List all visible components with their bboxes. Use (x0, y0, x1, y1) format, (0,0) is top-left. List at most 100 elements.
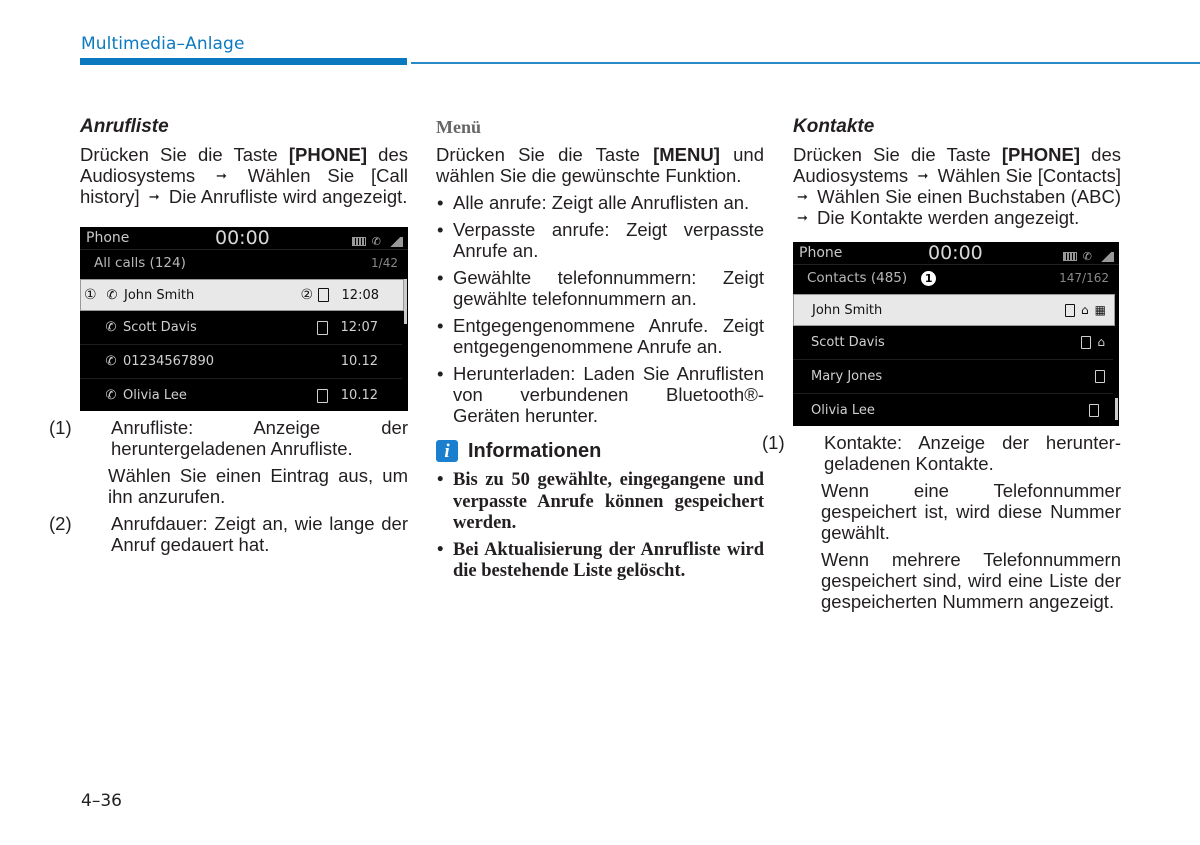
scrollbar[interactable] (1115, 398, 1118, 420)
header-rule-thick (80, 58, 407, 65)
contact-name: Scott Davis (811, 335, 885, 350)
contact-number-types (1089, 404, 1099, 417)
outgoing-call-icon: ✆ (106, 287, 118, 303)
column-menu: Menü Drücken Sie die Taste [MENU] und wä… (436, 116, 764, 588)
heading-anrufliste: Anrufliste (80, 116, 169, 137)
text: Die Kontakte werden angezeigt. (811, 207, 1080, 228)
mobile-phone-icon (318, 288, 329, 302)
contact-row[interactable]: Olivia Lee (793, 394, 1113, 427)
contact-number-types: ⌂ ▦ (1065, 300, 1106, 321)
call-history-screen: Phone 00:00 ✆ All calls (124) 1/42 ① ✆ J… (80, 227, 408, 411)
text: Drücken Sie die Taste (80, 144, 289, 165)
callout-marker-1: ① (84, 286, 97, 303)
list-item: Entgegengenommene Anrufe. Zeigt entgegen… (436, 315, 764, 357)
call-time: 10.12 (340, 354, 378, 369)
arrow-right-icon: ➞ (216, 168, 227, 183)
contact-number-types: ⌂ (1081, 332, 1105, 353)
mobile-phone-icon (317, 388, 328, 403)
call-time: 12:08 (341, 287, 379, 303)
app-title: Phone (799, 244, 843, 261)
list-title: All calls (124) (94, 255, 186, 271)
home-icon: ⌂ (1097, 335, 1105, 349)
contact-name: Mary Jones (811, 369, 883, 384)
text: Drücken Sie die Taste (793, 144, 1002, 165)
mobile-phone-icon (1089, 404, 1099, 417)
contact-name: Olivia Lee (811, 403, 875, 418)
heading-menu: Menü (436, 117, 481, 137)
column-call-history: Anrufliste Drücken Sie die Taste [PHONE]… (49, 116, 408, 555)
note-subtext: Wenn eine Telefonnummer gespeichert ist,… (821, 480, 1121, 543)
callout-marker-2: ② (300, 286, 313, 303)
note-body: Kontakte: Anzeige der herunter-geladenen… (824, 432, 1121, 474)
list-subheader: Contacts (485) 1 147/162 (793, 264, 1119, 292)
call-row[interactable]: ① ✆ John Smith ② 12:08 (80, 279, 404, 311)
list-item: Verpasste anrufe: Zeigt verpasste Anrufe… (436, 219, 764, 261)
call-time: 10.12 (340, 388, 378, 403)
contact-row[interactable]: John Smith ⌂ ▦ (793, 294, 1115, 326)
info-list: Bis zu 50 gewählte, eingegangene und ver… (436, 470, 764, 583)
text: Wählen Sie [Contacts] (932, 165, 1121, 186)
page-number: 4–36 (81, 791, 122, 811)
note-number: (2) (49, 513, 72, 534)
clock: 00:00 (928, 242, 983, 264)
scrollbar[interactable] (404, 279, 407, 324)
intro-paragraph: Drücken Sie die Taste [MENU] und wählen … (436, 144, 764, 186)
header-rule-thin (411, 62, 1200, 64)
callout-marker-1: 1 (921, 271, 937, 286)
info-item: Bei Aktualisierung der Anrufliste wird d… (436, 540, 764, 583)
intro-paragraph: Drücken Sie die Taste [PHONE] des Audios… (80, 144, 408, 207)
battery-icon (351, 237, 366, 246)
screen-status-bar: Phone 00:00 ✆ (80, 227, 408, 249)
contact-row[interactable]: Scott Davis ⌂ (793, 326, 1113, 360)
menu-functions-list: Alle anrufe: Zeigt alle Anruflisten an. … (436, 192, 764, 426)
list-item: Gewählte telefonnummern: Zeigt gewählte … (436, 267, 764, 309)
column-contacts: Kontakte Drücken Sie die Taste [PHONE] d… (762, 116, 1121, 612)
call-time: 12:07 (340, 320, 378, 335)
key-label: [MENU] (653, 144, 720, 165)
call-row[interactable]: ✆ Olivia Lee 10.12 (80, 379, 402, 412)
text: Die Anrufliste wird angezeigt. (163, 186, 408, 207)
heading-kontakte: Kontakte (793, 116, 875, 137)
missed-call-icon: ✆ (105, 388, 117, 403)
signal-icon (387, 236, 403, 247)
note-2: (2) Anrufdauer: Zeigt an, wie lange der A… (49, 513, 408, 555)
arrow-right-icon: ➞ (797, 189, 808, 204)
key-label: [PHONE] (288, 144, 367, 165)
contact-number-types (1095, 370, 1105, 383)
clock: 00:00 (215, 227, 270, 249)
note-text: (1) Kontakte: Anzeige der herunter-gelade… (762, 432, 1121, 474)
note-1: (1) Kontakte: Anzeige der herunter-gelade… (762, 432, 1121, 612)
note-subtext: Wählen Sie einen Eintrag aus, um ihn anz… (108, 465, 408, 507)
list-item: Alle anrufe: Zeigt alle Anruflisten an. (436, 192, 764, 213)
screen-status-bar: Phone 00:00 ✆ (793, 242, 1119, 264)
call-row[interactable]: ✆ 01234567890 10.12 (80, 345, 402, 379)
section-header-title: Multimedia–Anlage (81, 34, 245, 54)
call-row[interactable]: ✆ Scott Davis 12:07 (80, 311, 402, 345)
page-counter: 1/42 (371, 256, 398, 270)
info-box-header: i Informationen (436, 440, 764, 462)
outgoing-call-icon: ✆ (105, 320, 117, 335)
contact-row[interactable]: Mary Jones (793, 360, 1113, 394)
note-body: Anrufdauer: Zeigt an, wie lange der Anru… (111, 513, 408, 555)
key-label: [PHONE] (1001, 144, 1080, 165)
mobile-phone-icon (1065, 303, 1076, 317)
missed-call-icon: ✆ (105, 354, 117, 369)
info-title: Informationen (468, 439, 602, 462)
note-text: (1) Anrufliste: Anzeige der heruntergelad… (49, 417, 408, 459)
intro-paragraph: Drücken Sie die Taste [PHONE] des Audios… (793, 144, 1121, 228)
list-item: Herunterladen: Laden Sie Anruflisten von… (436, 363, 764, 426)
arrow-right-icon: ➞ (148, 189, 160, 204)
arrow-right-icon: ➞ (917, 168, 929, 183)
arrow-right-icon: ➞ (797, 210, 808, 225)
info-item: Bis zu 50 gewählte, eingegangene und ver… (436, 470, 764, 535)
contacts-screen: Phone 00:00 ✆ Contacts (485) 1 147/162 J… (793, 242, 1119, 426)
page-counter: 147/162 (1059, 271, 1109, 285)
note-subtext: Wenn mehrere Telefonnummern gespeichert … (821, 549, 1121, 612)
note-body: Anrufliste: Anzeige der heruntergeladene… (111, 417, 408, 459)
office-icon: ▦ (1094, 302, 1106, 317)
list-title: Contacts (485) (807, 270, 908, 286)
mobile-phone-icon (1095, 370, 1105, 383)
note-1: (1) Anrufliste: Anzeige der heruntergelad… (49, 417, 408, 507)
note-number: (1) (762, 432, 785, 453)
note-text: (2) Anrufdauer: Zeigt an, wie lange der A… (49, 513, 408, 555)
